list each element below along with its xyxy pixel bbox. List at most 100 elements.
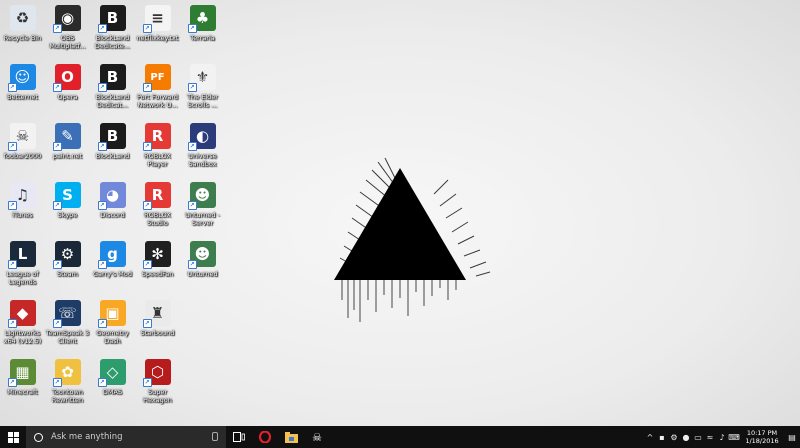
starbound-icon: ♜ ↗ bbox=[142, 300, 171, 328]
desktop-shortcut[interactable]: ☏ ↗ TeamSpeak 3 Client bbox=[45, 297, 90, 356]
roblox-icon: R ↗ bbox=[142, 123, 171, 151]
shortcut-arrow-icon: ↗ bbox=[97, 319, 107, 328]
desktop-shortcut-label: Geometry Dash bbox=[96, 329, 129, 345]
desktop-shortcut[interactable]: ⚙ ↗ Steam bbox=[45, 238, 90, 297]
shortcut-arrow-icon: ↗ bbox=[52, 24, 62, 33]
desktop-shortcut[interactable]: ♫ ↗ iTunes bbox=[0, 179, 45, 238]
shortcut-arrow-icon: ↗ bbox=[7, 201, 17, 210]
task-view-icon bbox=[233, 432, 245, 442]
desktop-shortcut[interactable]: ☻ ↗ Unturned - Server bbox=[180, 179, 225, 238]
desktop-shortcut[interactable]: ☺ ↗ Betternet bbox=[0, 61, 45, 120]
desktop-shortcut[interactable]: ☠ ↗ foobar2000 bbox=[0, 120, 45, 179]
desktop-shortcut[interactable]: R ↗ ROBLOX Studio bbox=[135, 179, 180, 238]
taskbar-foobar-button[interactable]: ☠ bbox=[304, 426, 330, 448]
tray-keyboard-icon[interactable]: ⌨ bbox=[728, 426, 740, 448]
shortcut-arrow-icon: ↗ bbox=[142, 83, 152, 92]
desktop-shortcut bbox=[180, 297, 225, 356]
shortcut-arrow-icon: ↗ bbox=[52, 142, 62, 151]
desktop-shortcut-label: Opera bbox=[57, 93, 78, 101]
tray-wifi-icon[interactable]: ≈ bbox=[704, 426, 716, 448]
shortcut-arrow-icon: ↗ bbox=[142, 319, 152, 328]
cortana-search-box[interactable]: Ask me anything bbox=[26, 426, 226, 448]
blockland-icon: B ↗ bbox=[97, 123, 126, 151]
super-hexagon-icon: ⬡ ↗ bbox=[142, 359, 171, 387]
paintnet-icon: ✎ ↗ bbox=[52, 123, 81, 151]
desktop-shortcut[interactable]: B ↗ BlockLand Dedicat... bbox=[90, 61, 135, 120]
desktop[interactable]: ♻ Recycle Bin ◉ ↗ OBS Multiplatf... B ↗ BlockLa… bbox=[0, 0, 800, 426]
tray-battery-icon[interactable]: ▭ bbox=[692, 426, 704, 448]
task-view-button[interactable] bbox=[226, 426, 252, 448]
shortcut-arrow-icon: ↗ bbox=[187, 260, 197, 269]
desktop-shortcut[interactable]: ♣ ↗ Terraria bbox=[180, 2, 225, 61]
desktop-shortcut[interactable]: PF ↗ Port Forward Network U... bbox=[135, 61, 180, 120]
search-placeholder: Ask me anything bbox=[51, 432, 123, 442]
betternet-icon: ☺ ↗ bbox=[7, 64, 36, 92]
desktop-shortcut-label: BlockLand Dedicat... bbox=[95, 93, 130, 109]
desktop-shortcut[interactable]: ▦ ↗ Minecraft bbox=[0, 356, 45, 415]
taskbar-opera-button[interactable] bbox=[252, 426, 278, 448]
wallpaper-drips bbox=[341, 280, 457, 322]
desktop-shortcut-label: Steam bbox=[57, 270, 78, 278]
text-file-icon: ≡ ↗ bbox=[142, 5, 171, 33]
shortcut-arrow-icon: ↗ bbox=[97, 24, 107, 33]
desktop-shortcut-label: Super Hexagon bbox=[143, 388, 172, 404]
desktop-shortcut[interactable]: ⚜ ↗ The Elder Scrolls ... bbox=[180, 61, 225, 120]
desktop-shortcut[interactable]: ✿ ↗ Toontown Rewritten bbox=[45, 356, 90, 415]
desktop-shortcut[interactable]: ⬡ ↗ Super Hexagon bbox=[135, 356, 180, 415]
desktop-shortcut-label: BlockLand bbox=[95, 152, 130, 160]
roblox-studio-icon: R ↗ bbox=[142, 182, 171, 210]
desktop-shortcut[interactable]: ☻ ↗ Unturned bbox=[180, 238, 225, 297]
desktop-shortcut[interactable]: ♜ ↗ Starbound bbox=[135, 297, 180, 356]
taskbar-clock[interactable]: 10:17 PM 1/18/2016 bbox=[740, 429, 784, 445]
desktop-shortcut[interactable]: ≡ ↗ netflixkey.txt bbox=[135, 2, 180, 61]
steam-icon: ⚙ ↗ bbox=[52, 241, 81, 269]
shortcut-arrow-icon: ↗ bbox=[97, 142, 107, 151]
desktop-shortcut bbox=[180, 356, 225, 415]
desktop-shortcut-label: Recycle Bin bbox=[3, 34, 42, 42]
shortcut-arrow-icon: ↗ bbox=[97, 378, 107, 387]
tray-onedrive-icon[interactable]: ● bbox=[680, 426, 692, 448]
desktop-shortcut[interactable]: B ↗ BlockLand bbox=[90, 120, 135, 179]
blockland-icon: B ↗ bbox=[97, 5, 126, 33]
shortcut-arrow-icon: ↗ bbox=[52, 319, 62, 328]
desktop-shortcut[interactable]: ✎ ↗ paint.net bbox=[45, 120, 90, 179]
desktop-shortcut[interactable]: ◐ ↗ Universe Sandbox bbox=[180, 120, 225, 179]
shortcut-arrow-icon: ↗ bbox=[142, 378, 152, 387]
toontown-icon: ✿ ↗ bbox=[52, 359, 81, 387]
desktop-shortcut[interactable]: ▣ ↗ Geometry Dash bbox=[90, 297, 135, 356]
desktop-shortcut[interactable]: ◉ ↗ OBS Multiplatf... bbox=[45, 2, 90, 61]
speedfan-icon: ✻ ↗ bbox=[142, 241, 171, 269]
shortcut-arrow-icon: ↗ bbox=[97, 83, 107, 92]
discord-icon: ◕ ↗ bbox=[97, 182, 126, 210]
shortcut-arrow-icon: ↗ bbox=[7, 319, 17, 328]
desktop-shortcut[interactable]: O ↗ Opera bbox=[45, 61, 90, 120]
desktop-icon-grid: ♻ Recycle Bin ◉ ↗ OBS Multiplatf... B ↗ BlockLa… bbox=[0, 0, 225, 415]
tray-expand-icon[interactable]: ^ bbox=[644, 426, 656, 448]
dmas-icon: ◇ ↗ bbox=[97, 359, 126, 387]
desktop-shortcut[interactable]: g ↗ Garry's Mod bbox=[90, 238, 135, 297]
desktop-shortcut[interactable]: L ↗ League of Legends bbox=[0, 238, 45, 297]
desktop-shortcut[interactable]: ◕ ↗ Discord bbox=[90, 179, 135, 238]
desktop-shortcut[interactable]: B ↗ BlockLand Dedicate... bbox=[90, 2, 135, 61]
tray-app-icon[interactable]: ▪ bbox=[656, 426, 668, 448]
desktop-shortcut[interactable]: ◆ ↗ Lightworks x64 (v12.5) bbox=[0, 297, 45, 356]
microphone-icon[interactable] bbox=[212, 432, 218, 441]
teamspeak-icon: ☏ ↗ bbox=[52, 300, 81, 328]
desktop-shortcut-label: Discord bbox=[100, 211, 125, 219]
start-button[interactable] bbox=[0, 426, 26, 448]
portforward-icon: PF ↗ bbox=[142, 64, 171, 92]
recycle-bin-icon: ♻ bbox=[9, 5, 36, 31]
blockland-icon: B ↗ bbox=[97, 64, 126, 92]
tray-steam-icon[interactable]: ⚙ bbox=[668, 426, 680, 448]
desktop-shortcut[interactable]: ◇ ↗ DMAS bbox=[90, 356, 135, 415]
desktop-shortcut-label: paint.net bbox=[52, 152, 83, 160]
cortana-icon bbox=[34, 432, 43, 442]
action-center-icon[interactable]: ▤ bbox=[784, 426, 800, 448]
tray-volume-icon[interactable]: ♪ bbox=[716, 426, 728, 448]
desktop-shortcut[interactable]: ♻ Recycle Bin bbox=[0, 2, 45, 61]
desktop-shortcut[interactable]: R ↗ ROBLOX Player bbox=[135, 120, 180, 179]
shortcut-arrow-icon: ↗ bbox=[7, 83, 17, 92]
desktop-shortcut[interactable]: S ↗ Skype bbox=[45, 179, 90, 238]
taskbar-file-explorer-button[interactable] bbox=[278, 426, 304, 448]
desktop-shortcut[interactable]: ✻ ↗ SpeedFan bbox=[135, 238, 180, 297]
